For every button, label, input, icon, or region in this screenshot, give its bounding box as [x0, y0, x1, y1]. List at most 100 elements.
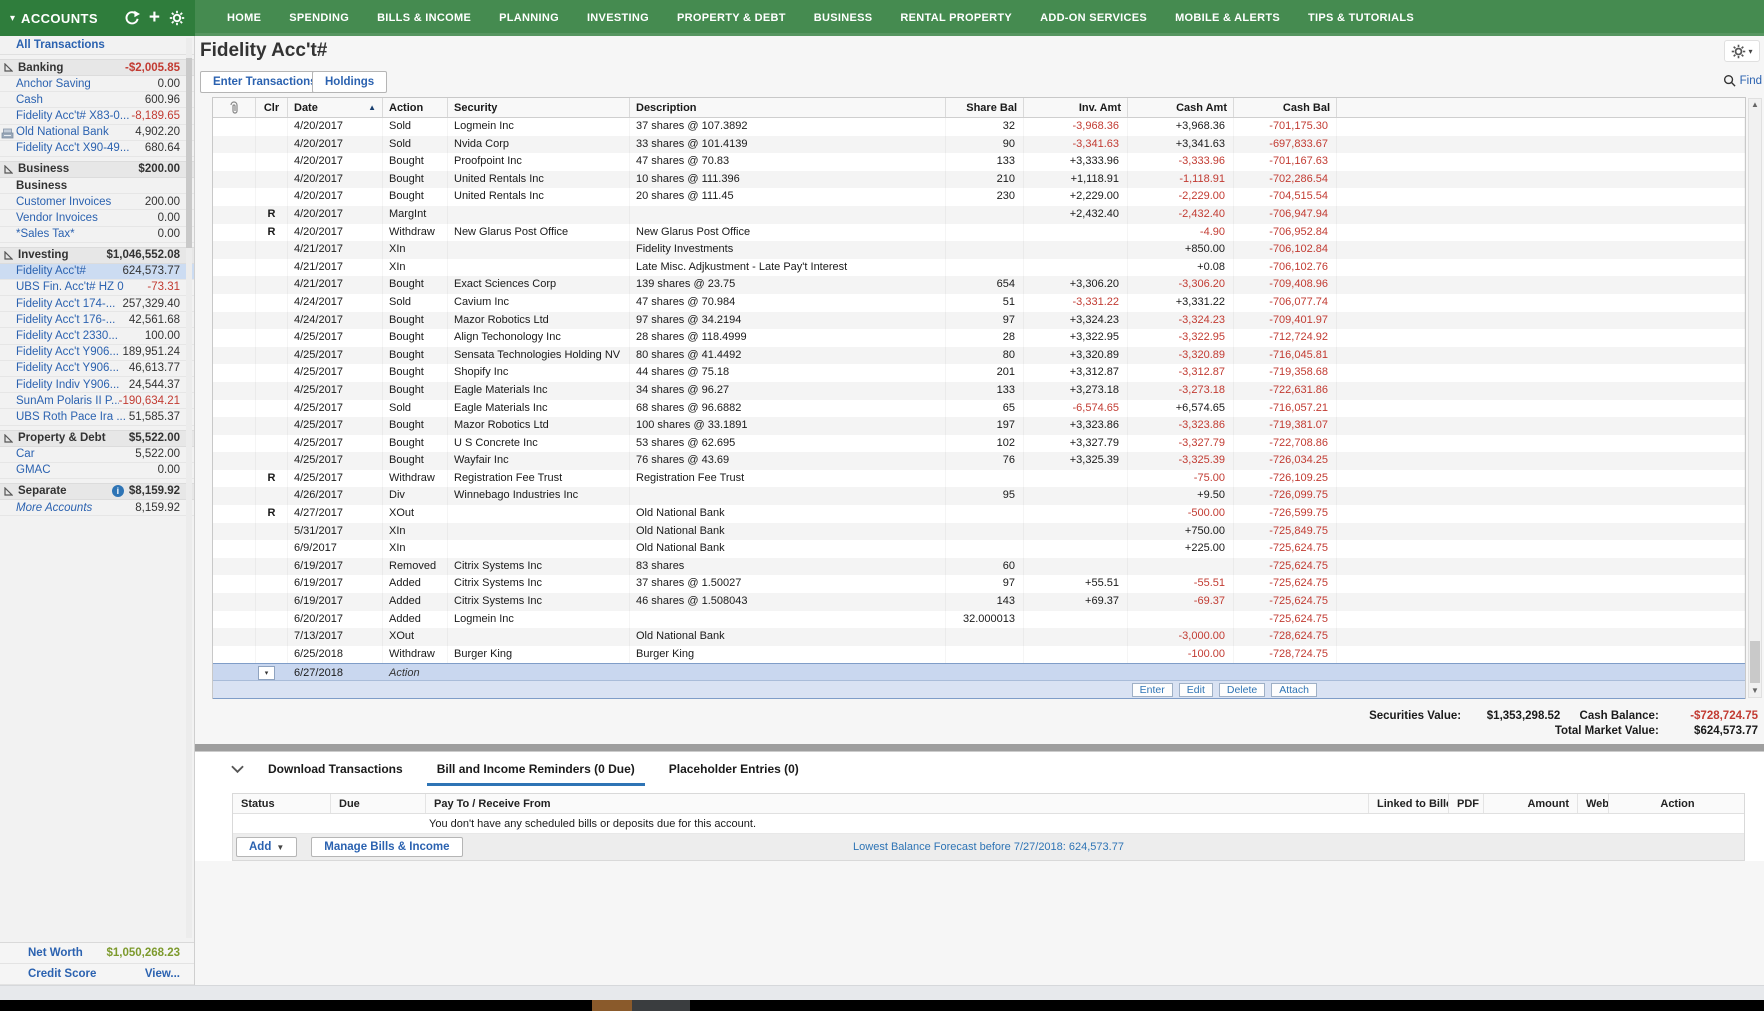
register-row[interactable]: R4/20/2017MargInt+2,432.40-2,432.40-706,… — [213, 206, 1745, 224]
credit-score-view-link[interactable]: View... — [145, 968, 180, 980]
register-settings-button[interactable]: ▾ — [1724, 40, 1760, 62]
register-row[interactable]: 6/9/2017XInOld National Bank+225.00-725,… — [213, 540, 1745, 558]
sidebar-account-item[interactable]: Fidelity Acc't Y906...46,613.77 — [0, 361, 194, 377]
register-row[interactable]: R4/25/2017WithdrawRegistration Fee Trust… — [213, 470, 1745, 488]
register-row[interactable]: 4/21/2017XInLate Misc. Adjkustment - Lat… — [213, 259, 1745, 277]
register-row[interactable]: 4/25/2017BoughtSensata Technologies Hold… — [213, 347, 1745, 365]
accounts-settings-gear-icon[interactable] — [169, 10, 185, 26]
sidebar-account-item[interactable]: More Accounts8,159.92 — [0, 500, 194, 516]
bills-column-header-due[interactable]: Due — [331, 794, 426, 813]
register-row[interactable]: 4/24/2017SoldCavium Inc47 shares @ 70.98… — [213, 294, 1745, 312]
manage-bills-income-button[interactable]: Manage Bills & Income — [311, 837, 462, 857]
sidebar-account-item[interactable]: Fidelity Acc't 176-...42,561.68 — [0, 312, 194, 328]
sidebar-account-item[interactable]: Fidelity Acc't Y906...189,951.24 — [0, 345, 194, 361]
sidebar-scrollbar-thumb[interactable] — [186, 58, 192, 248]
sidebar-section-separate[interactable]: Separatei$8,159.92 — [0, 483, 194, 500]
accounts-header[interactable]: ▾ ACCOUNTS + — [0, 0, 195, 36]
sidebar-account-item[interactable]: Old National Bank4,902.20 — [0, 125, 194, 141]
scroll-up-icon[interactable]: ▲ — [1749, 99, 1761, 111]
panel-divider[interactable] — [195, 744, 1764, 751]
nav-item-investing[interactable]: INVESTING — [587, 12, 649, 24]
sidebar-account-item[interactable]: Fidelity Acc't X90-49...680.64 — [0, 141, 194, 157]
register-row[interactable]: 4/25/2017BoughtWayfair Inc76 shares @ 43… — [213, 452, 1745, 470]
register-row[interactable]: 4/25/2017BoughtU S Concrete Inc53 shares… — [213, 435, 1745, 453]
sidebar-section-business[interactable]: Business$200.00 — [0, 161, 194, 178]
sidebar-account-item[interactable]: Fidelity Indiv Y906...24,544.37 — [0, 377, 194, 393]
register-row[interactable]: 4/25/2017BoughtShopify Inc44 shares @ 75… — [213, 364, 1745, 382]
nav-item-mobile-alerts[interactable]: MOBILE & ALERTS — [1175, 12, 1280, 24]
sidebar-account-item[interactable]: UBS Roth Pace Ira ...51,585.37 — [0, 409, 194, 425]
lowest-balance-forecast-link[interactable]: Lowest Balance Forecast before 7/27/2018… — [853, 841, 1124, 853]
tab-download-transactions[interactable]: Download Transactions — [258, 753, 413, 786]
sidebar-section-property-debt[interactable]: Property & Debt$5,522.00 — [0, 430, 194, 447]
register-row[interactable]: 4/20/2017SoldLogmein Inc37 shares @ 107.… — [213, 118, 1745, 136]
sidebar-account-item[interactable]: Customer Invoices200.00 — [0, 194, 194, 210]
bills-column-header-web[interactable]: Web — [1578, 794, 1609, 813]
column-header-security[interactable]: Security — [448, 98, 630, 117]
bills-column-header-status[interactable]: Status — [233, 794, 331, 813]
column-header-action[interactable]: Action — [383, 98, 448, 117]
entry-dropdown-button[interactable]: ▾ — [258, 666, 275, 680]
taskbar-item[interactable] — [632, 1000, 690, 1011]
register-row[interactable]: 7/13/2017XOutOld National Bank-3,000.00-… — [213, 628, 1745, 646]
sidebar-account-item[interactable]: *Sales Tax*0.00 — [0, 227, 194, 243]
bills-column-header-pdf[interactable]: PDF — [1449, 794, 1484, 813]
register-row[interactable]: 4/25/2017BoughtEagle Materials Inc34 sha… — [213, 382, 1745, 400]
scroll-down-icon[interactable]: ▼ — [1749, 685, 1761, 697]
bills-column-header-action[interactable]: Action — [1609, 794, 1746, 813]
sidebar-account-item[interactable]: Cash600.96 — [0, 92, 194, 108]
register-row[interactable]: 5/31/2017XInOld National Bank+750.00-725… — [213, 523, 1745, 541]
sidebar-account-item[interactable]: Fidelity Acc't# X83-0...-8,189.65 — [0, 108, 194, 124]
taskbar-item[interactable] — [592, 1000, 632, 1011]
column-header-cash-amt[interactable]: Cash Amt — [1128, 98, 1234, 117]
sidebar-account-item[interactable]: Anchor Saving0.00 — [0, 76, 194, 92]
sidebar-section-banking[interactable]: Banking-$2,005.85 — [0, 59, 194, 76]
add-reminder-button[interactable]: Add ▼ — [236, 837, 297, 857]
sidebar-section-investing[interactable]: Investing$1,046,552.08 — [0, 247, 194, 264]
find-button[interactable]: Find — [1723, 74, 1764, 87]
register-row[interactable]: 4/20/2017SoldNvida Corp33 shares @ 101.4… — [213, 136, 1745, 154]
register-row[interactable]: 6/19/2017AddedCitrix Systems Inc46 share… — [213, 593, 1745, 611]
net-worth-row[interactable]: Net Worth $1,050,268.23 — [0, 943, 194, 964]
register-row[interactable]: R4/27/2017XOutOld National Bank-500.00-7… — [213, 505, 1745, 523]
sidebar-account-item[interactable]: UBS Fin. Acc't# HZ 0-73.31 — [0, 280, 194, 296]
register-row[interactable]: 4/24/2017BoughtMazor Robotics Ltd97 shar… — [213, 312, 1745, 330]
nav-item-home[interactable]: HOME — [227, 12, 261, 24]
register-row[interactable]: 4/25/2017SoldEagle Materials Inc68 share… — [213, 400, 1745, 418]
sidebar-account-item[interactable]: GMAC0.00 — [0, 463, 194, 479]
nav-item-tips-tutorials[interactable]: TIPS & TUTORIALS — [1308, 12, 1414, 24]
register-row[interactable]: 6/20/2017AddedLogmein Inc32.000013-725,6… — [213, 611, 1745, 629]
add-account-icon[interactable]: + — [149, 9, 160, 27]
nav-item-bills-income[interactable]: BILLS & INCOME — [377, 12, 471, 24]
register-row[interactable]: 6/19/2017AddedCitrix Systems Inc37 share… — [213, 575, 1745, 593]
sidebar-account-item[interactable]: Fidelity Acc't 2330...100.00 — [0, 328, 194, 344]
bills-column-header-pay-to-receive-from[interactable]: Pay To / Receive From — [426, 794, 1369, 813]
bills-column-header-linked-to-biller[interactable]: Linked to Biller — [1369, 794, 1449, 813]
nav-item-spending[interactable]: SPENDING — [289, 12, 349, 24]
refresh-icon[interactable] — [124, 10, 140, 26]
holdings-button[interactable]: Holdings — [312, 71, 387, 93]
sidebar-item-all-transactions[interactable]: All Transactions — [0, 36, 194, 55]
entry-date[interactable]: 6/27/2018 — [288, 664, 383, 680]
register-row[interactable]: 4/21/2017XInFidelity Investments+850.00-… — [213, 241, 1745, 259]
register-row[interactable]: 4/21/2017BoughtExact Sciences Corp139 sh… — [213, 276, 1745, 294]
sidebar-scrollbar[interactable] — [186, 38, 192, 938]
enter-button[interactable]: Enter — [1132, 683, 1173, 697]
register-scrollbar[interactable]: ▲ ▼ — [1748, 98, 1762, 698]
register-row[interactable]: 6/19/2017RemovedCitrix Systems Inc83 sha… — [213, 558, 1745, 576]
column-header-inv-amt[interactable]: Inv. Amt — [1024, 98, 1128, 117]
column-header-date[interactable]: Date▲ — [288, 98, 383, 117]
column-header-share-bal[interactable]: Share Bal — [946, 98, 1024, 117]
sidebar-account-item[interactable]: Fidelity Acc't#624,573.77 — [0, 264, 194, 280]
new-transaction-row[interactable]: ▾ 6/27/2018 Action — [213, 663, 1745, 681]
register-row[interactable]: 4/20/2017BoughtProofpoint Inc47 shares @… — [213, 153, 1745, 171]
sidebar-account-item[interactable]: Business — [0, 178, 194, 194]
attach-button[interactable]: Attach — [1271, 683, 1317, 697]
register-row[interactable]: 6/25/2018WithdrawBurger KingBurger King-… — [213, 646, 1745, 664]
info-icon[interactable]: i — [112, 485, 124, 497]
column-header-cash-bal[interactable]: Cash Bal — [1234, 98, 1337, 117]
sidebar-account-item[interactable]: Car5,522.00 — [0, 447, 194, 463]
bills-column-header-amount[interactable]: Amount — [1484, 794, 1578, 813]
entry-action-placeholder[interactable]: Action — [383, 664, 448, 680]
register-row[interactable]: R4/20/2017WithdrawNew Glarus Post Office… — [213, 224, 1745, 242]
